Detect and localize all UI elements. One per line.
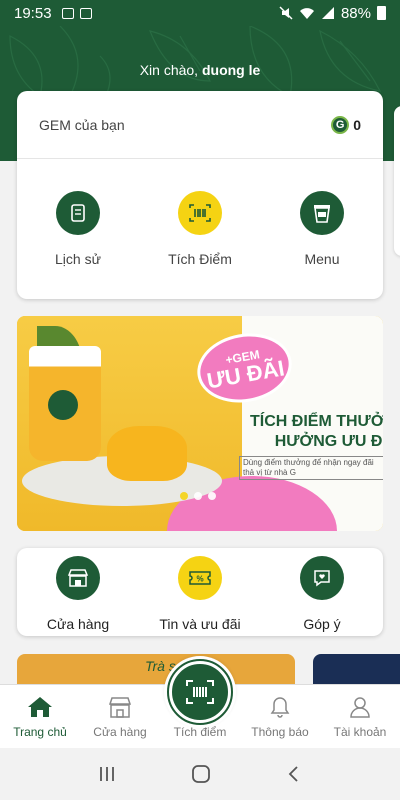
coffee-cup-icon [300, 191, 344, 235]
feedback-icon [300, 556, 344, 600]
carousel-dot[interactable] [180, 492, 188, 500]
gem-label: GEM của bạn [39, 116, 125, 133]
promo-subtitle: Dùng điểm thưởng để nhận ngay đãi thả vị… [239, 456, 383, 480]
feedback-label: Góp ý [303, 616, 341, 632]
battery-icon [377, 6, 386, 20]
recent-apps-icon[interactable] [97, 765, 117, 783]
svg-text:%: % [196, 575, 203, 584]
system-nav-bar [0, 748, 400, 800]
menu-button[interactable]: Menu [267, 191, 377, 267]
history-button[interactable]: Lịch sử [23, 191, 133, 267]
bell-icon [270, 697, 290, 718]
battery-percent: 88% [340, 4, 371, 22]
greeting-prefix: Xin chào, [139, 62, 199, 78]
user-icon [350, 697, 370, 718]
carousel-dots [180, 492, 216, 500]
cup-logo-icon [48, 390, 78, 420]
news-offers-label: Tin và ưu đãi [159, 616, 241, 632]
user-name: duong le [201, 62, 261, 78]
promo-title-line2: HƯỞNG ƯU Đ [274, 433, 383, 450]
nav-home[interactable]: Trang chủ [0, 685, 80, 748]
gem-coin-icon: G [331, 115, 350, 134]
barcode-icon [167, 659, 233, 725]
earn-points-button[interactable]: Tích Điểm [145, 191, 255, 267]
quick-actions: Lịch sử Tích Điểm Menu [17, 159, 383, 267]
carousel-dot[interactable] [208, 492, 216, 500]
store-icon [56, 556, 100, 600]
store-button[interactable]: Cửa hàng [18, 556, 138, 636]
gem-card: GEM của bạn G 0 Lịch sử Tích Điểm Menu [17, 91, 383, 299]
carousel-dot[interactable] [194, 492, 202, 500]
nav-home-label: Trang chủ [13, 725, 67, 739]
back-icon[interactable] [285, 764, 303, 784]
gem-value: 0 [353, 116, 361, 133]
nav-notifications-label: Thông báo [251, 725, 309, 739]
gem-balance-row[interactable]: GEM của bạn G 0 [17, 91, 383, 159]
nav-account[interactable]: Tài khoản [320, 685, 400, 748]
home-icon [28, 697, 52, 717]
mango-image [107, 426, 187, 481]
wifi-icon [299, 8, 314, 19]
next-card-peek[interactable] [394, 106, 400, 256]
home-button-icon[interactable] [190, 763, 212, 785]
barcode-icon [178, 191, 222, 235]
signal-icon [321, 7, 334, 19]
history-label: Lịch sử [55, 251, 101, 267]
promo-title: TÍCH ĐIỂM THƯỞ HƯỞNG ƯU Đ [250, 412, 383, 452]
earn-points-label: Tích Điểm [168, 251, 232, 267]
scan-fab-button[interactable] [164, 656, 236, 728]
scroll-icon [56, 191, 100, 235]
menu-label: Menu [304, 251, 340, 267]
services-card: Cửa hàng % Tin và ưu đãi Góp ý [17, 548, 383, 636]
store-icon [108, 697, 132, 718]
news-offers-button[interactable]: % Tin và ưu đãi [140, 556, 260, 636]
feedback-button[interactable]: Góp ý [262, 556, 382, 636]
nav-store[interactable]: Cửa hàng [80, 685, 160, 748]
store-label: Cửa hàng [46, 616, 110, 632]
coupon-icon: % [178, 556, 222, 600]
status-time: 19:53 [14, 4, 52, 22]
promo-badge-big: ƯU ĐÃI [204, 355, 287, 394]
nav-account-label: Tài khoản [333, 725, 387, 739]
image-icon [61, 7, 74, 19]
status-bar: 19:53 88% [0, 0, 400, 26]
mute-icon [279, 6, 293, 20]
nav-store-label: Cửa hàng [93, 725, 147, 739]
gem-count: G 0 [331, 115, 361, 134]
nav-notifications[interactable]: Thông báo [240, 685, 320, 748]
promo-title-line1: TÍCH ĐIỂM THƯỞ [250, 413, 383, 430]
promo-banner[interactable]: +GEM ƯU ĐÃI TÍCH ĐIỂM THƯỞ HƯỞNG ƯU Đ Dù… [17, 316, 383, 531]
app-icon [79, 7, 92, 19]
greeting: Xin chào, duong le [0, 62, 400, 78]
